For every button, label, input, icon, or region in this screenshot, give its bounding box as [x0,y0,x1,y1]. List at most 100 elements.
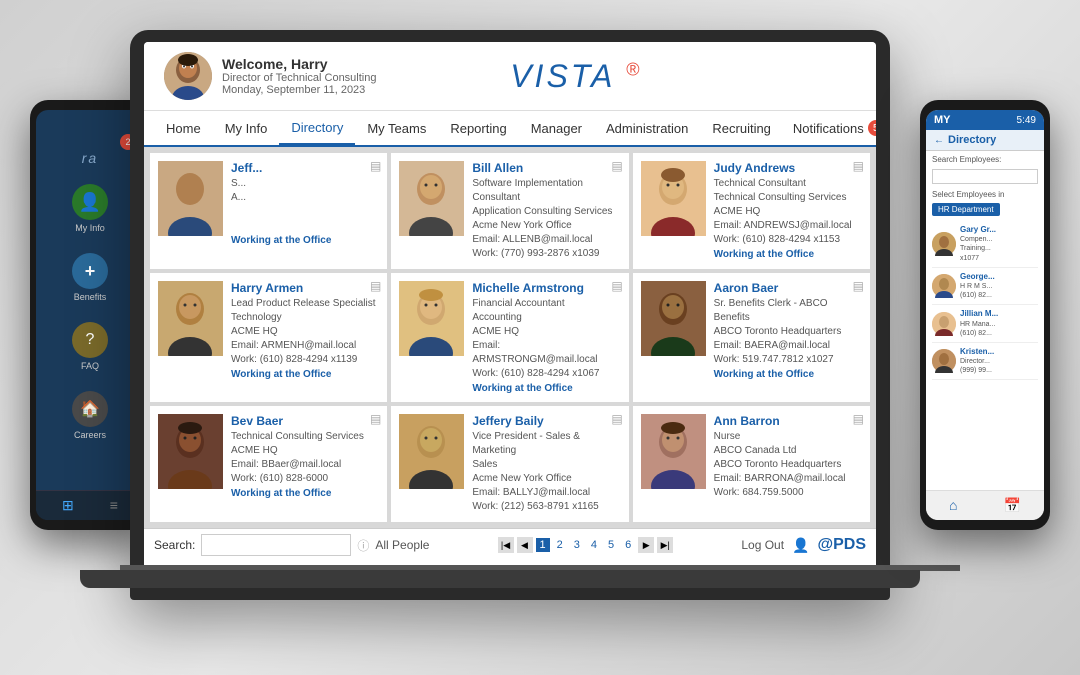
person-name: Aaron Baer [714,281,862,295]
table-row[interactable]: Judy Andrews Technical Consultant Techni… [633,153,870,269]
notifications-button[interactable]: Notifications 5 [783,116,876,140]
phone-icon-myinfo[interactable]: 👤 My Info [72,184,108,233]
table-row[interactable]: Ann Barron Nurse ABCO Canada Ltd ABCO To… [633,406,870,522]
nav-recruiting[interactable]: Recruiting [700,113,783,144]
card-menu-icon[interactable]: ▤ [853,279,864,293]
phone-icon-benefits[interactable]: + Benefits [72,253,108,302]
page-3[interactable]: 3 [570,538,584,552]
card-menu-icon[interactable]: ▤ [853,412,864,426]
table-row[interactable]: Aaron Baer Sr. Benefits Clerk - ABCO Ben… [633,273,870,402]
card-menu-icon[interactable]: ▤ [370,159,381,173]
list-item[interactable]: George... H R M S... (610) 82... [932,268,1038,306]
card-menu-icon[interactable]: ▤ [853,159,864,173]
person-info: Bill Allen Software Implementation Consu… [472,161,620,261]
page-4[interactable]: 4 [587,538,601,552]
person-info: Jeffery Baily Vice President - Sales & M… [472,414,620,514]
table-row[interactable]: Bill Allen Software Implementation Consu… [391,153,628,269]
phone-icon-faq[interactable]: ? FAQ [72,322,108,371]
phone-icon-careers[interactable]: 🏠 Careers [72,391,108,440]
phone-search-input[interactable] [932,169,1038,184]
laptop-screen: Welcome, Harry Director of Technical Con… [144,42,876,570]
search-input[interactable] [201,534,351,556]
phone-dir-title: Directory [948,134,996,146]
phone-right-screen: MY 5:49 ← Directory Search Employees: Se… [926,110,1044,520]
page-6[interactable]: 6 [621,538,635,552]
phone-menu-icon[interactable]: ≡ [110,497,118,514]
page-1[interactable]: 1 [536,538,550,552]
list-item[interactable]: Jillian M... HR Mana... (610) 82... [932,305,1038,343]
phone-person-name: Gary Gr... [960,225,996,235]
laptop-base [80,570,920,588]
search-area: Search: ⓘ All People [154,534,429,556]
phone-left-logo: ra [82,150,98,166]
user-text: Welcome, Harry Director of Technical Con… [222,56,376,96]
table-row[interactable]: Michelle Armstrong Financial Accountant … [391,273,628,402]
pds-logo: @PDS [818,536,867,554]
page-5[interactable]: 5 [604,538,618,552]
logout-button[interactable]: Log Out [741,538,784,552]
person-name: Michelle Armstrong [472,281,620,295]
nav-myinfo[interactable]: My Info [213,113,280,144]
phone-filter-dropdown[interactable]: HR Department [932,203,1000,216]
page-2[interactable]: 2 [553,538,567,552]
card-menu-icon[interactable]: ▤ [611,412,622,426]
app-header: Welcome, Harry Director of Technical Con… [144,42,876,111]
person-photo [399,281,464,356]
user-info: Welcome, Harry Director of Technical Con… [164,52,376,100]
card-menu-icon[interactable]: ▤ [611,159,622,173]
card-menu-icon[interactable]: ▤ [370,279,381,293]
phone-people-list: Gary Gr... Compen... Training... x1077 G… [926,219,1044,382]
table-row[interactable]: Bev Baer Technical Consulting Services A… [150,406,387,522]
person-name: Bev Baer [231,414,379,428]
person-name: Judy Andrews [714,161,862,175]
card-menu-icon[interactable]: ▤ [611,279,622,293]
page-last-btn[interactable]: ▶| [657,537,673,553]
phone-person-info: George... H R M S... (610) 82... [960,272,995,301]
phone-right-my-label: MY [934,114,951,126]
phone-calendar-icon[interactable]: 📅 [1004,497,1021,514]
person-name: Ann Barron [714,414,862,428]
laptop-frame: Welcome, Harry Director of Technical Con… [130,30,890,600]
search-help-icon: ⓘ [357,537,369,554]
phone-person-detail: Compen... Training... x1077 [960,235,996,262]
card-menu-icon[interactable]: ▤ [370,412,381,426]
back-icon[interactable]: ← [934,135,944,146]
phone-person-photo [932,312,956,336]
person-status: Working at the Office [472,383,620,394]
person-info: Aaron Baer Sr. Benefits Clerk - ABCO Ben… [714,281,862,394]
phone-left-content: 2 ra 👤 My Info + Benefits [36,110,144,520]
person-name: Harry Armen [231,281,379,295]
phone-right-dir: ← Directory [926,130,1044,151]
page-first-btn[interactable]: |◀ [498,537,514,553]
phone-home-icon[interactable]: ⌂ [949,497,957,514]
user-date: Monday, September 11, 2023 [222,84,376,96]
nav-reporting[interactable]: Reporting [438,113,518,144]
table-row[interactable]: Jeffery Baily Vice President - Sales & M… [391,406,628,522]
nav-home[interactable]: Home [154,113,213,144]
phone-person-info: Jillian M... HR Mana... (610) 82... [960,309,998,338]
pagination: |◀ ◀ 1 2 3 4 5 6 ▶ ▶| [498,537,674,553]
table-row[interactable]: Harry Armen Lead Product Release Special… [150,273,387,402]
person-detail: Technical Consultant Technical Consultin… [714,177,862,247]
page-next-btn[interactable]: ▶ [638,537,654,553]
notifications-badge: 5 [868,120,876,136]
user-title: Director of Technical Consulting [222,72,376,84]
nav-directory[interactable]: Directory [279,112,355,145]
person-info: Jeff... S...A... Working at the Office [231,161,379,261]
nav-myteams[interactable]: My Teams [355,113,438,144]
person-photo [158,414,223,489]
person-photo [641,281,706,356]
phone-person-info: Gary Gr... Compen... Training... x1077 [960,225,996,263]
phone-person-photo [932,349,956,373]
phone-right-header: MY 5:49 [926,110,1044,130]
list-item[interactable]: Kristen... Director... (999) 99... [932,343,1038,381]
person-info: Bev Baer Technical Consulting Services A… [231,414,379,514]
list-item[interactable]: Gary Gr... Compen... Training... x1077 [932,221,1038,268]
nav-administration[interactable]: Administration [594,113,700,144]
table-row[interactable]: Jeff... S...A... Working at the Office ▤ [150,153,387,269]
phone-person-name: Kristen... [960,347,994,357]
page-prev-btn[interactable]: ◀ [517,537,533,553]
filter-label: All People [375,538,429,552]
nav-manager[interactable]: Manager [519,113,594,144]
vista-logo: VISTA ® [510,58,642,95]
